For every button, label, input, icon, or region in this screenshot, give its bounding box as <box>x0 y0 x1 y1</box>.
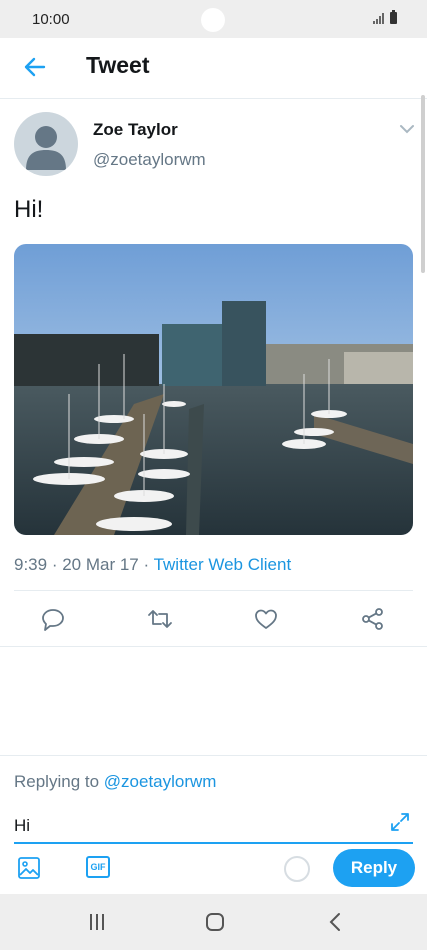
back-arrow-icon[interactable] <box>20 52 50 82</box>
status-icons <box>373 10 397 24</box>
chevron-down-icon[interactable] <box>398 120 416 138</box>
share-icon[interactable] <box>360 606 386 632</box>
replying-to-handle[interactable]: @zoetaylorwm <box>104 772 217 791</box>
replying-prefix: Replying to <box>14 772 104 791</box>
tweet-time: 9:39 <box>14 555 48 574</box>
harbour-photo-illustration <box>14 244 413 535</box>
default-avatar-icon <box>26 126 66 170</box>
status-time: 10:00 <box>32 11 70 28</box>
tweet-date: 20 Mar 17 <box>62 555 139 574</box>
tweet-client-link[interactable]: Twitter Web Client <box>154 555 292 574</box>
meta-separator: · <box>47 555 63 574</box>
author-name[interactable]: Zoe Taylor <box>93 120 178 140</box>
camera-cutout <box>201 8 225 32</box>
home-icon[interactable] <box>203 910 227 934</box>
avatar[interactable] <box>14 112 78 176</box>
tweet-metadata: 9:39 · 20 Mar 17 · Twitter Web Client <box>14 555 291 575</box>
image-icon[interactable] <box>16 855 42 881</box>
expand-icon[interactable] <box>388 810 412 834</box>
back-icon[interactable] <box>324 910 348 934</box>
gif-button[interactable]: GIF <box>86 856 110 878</box>
scrollbar[interactable] <box>421 95 425 273</box>
page-title: Tweet <box>86 52 150 78</box>
tweet-text: Hi! <box>14 196 44 223</box>
battery-icon <box>390 10 397 24</box>
divider <box>0 755 427 756</box>
meta-separator: · <box>138 555 154 574</box>
divider <box>14 590 413 591</box>
top-bar: Tweet <box>0 38 427 99</box>
author-handle[interactable]: @zoetaylorwm <box>93 150 206 170</box>
reply-button[interactable]: Reply <box>333 849 415 887</box>
character-counter <box>284 856 310 882</box>
tweet-photo[interactable] <box>14 244 413 535</box>
reply-input[interactable] <box>14 810 413 844</box>
divider <box>0 646 427 647</box>
retweet-icon[interactable] <box>147 606 173 632</box>
tweet-actions <box>0 600 427 640</box>
system-navigation-bar <box>0 894 427 950</box>
like-icon[interactable] <box>253 606 279 632</box>
reply-icon[interactable] <box>40 606 66 632</box>
signal-icon <box>373 12 384 24</box>
status-bar: 10:00 <box>0 0 427 38</box>
replying-to-label: Replying to @zoetaylorwm <box>14 772 216 792</box>
recent-apps-icon[interactable] <box>85 910 109 934</box>
